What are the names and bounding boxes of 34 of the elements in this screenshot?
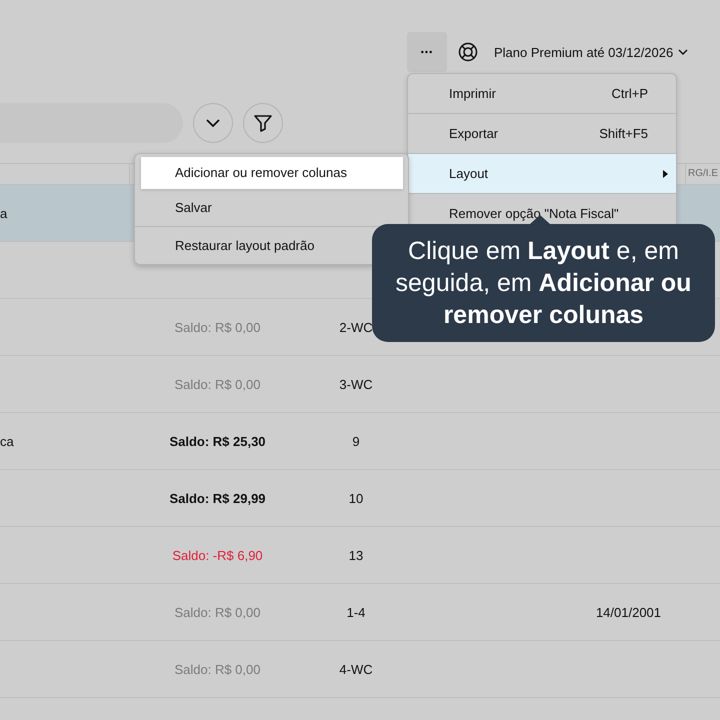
- table-cell: 3-WC: [339, 376, 373, 392]
- table-cell: 4-WC: [339, 662, 373, 676]
- table-cell: 10: [348, 490, 364, 506]
- table-row[interactable]: ca Saldo: R$ 25,30 9: [0, 413, 720, 470]
- more-button[interactable]: •••: [407, 32, 447, 72]
- table-cell: ca: [0, 434, 14, 448]
- balance-cell: Saldo: R$ 25,30: [169, 434, 266, 448]
- filter-button[interactable]: [243, 103, 283, 143]
- table-cell: 1-4: [346, 604, 366, 620]
- menu-item[interactable]: Adicionar ou remover colunas: [141, 157, 403, 189]
- table-cell: 2-WC: [339, 320, 373, 334]
- chevron-down-icon: [206, 119, 220, 127]
- balance-cell: Saldo: R$ 29,99: [169, 490, 266, 506]
- balance-cell: Saldo: R$ 0,00: [174, 662, 260, 676]
- column-header: RG/I.E: [687, 167, 720, 181]
- filter-icon: [253, 113, 273, 133]
- balance-cell: Saldo: R$ 0,00: [174, 320, 260, 334]
- plan-dropdown[interactable]: Plano Premium até 03/12/2026: [494, 44, 688, 60]
- table-row[interactable]: Saldo: R$ 0,00 4-WC: [0, 641, 720, 698]
- table-cell: a: [0, 206, 8, 220]
- table-cell: 9: [352, 434, 360, 448]
- table-row[interactable]: Saldo: R$ 0,00 1-4 14/01/2001: [0, 584, 720, 641]
- balance-cell: Saldo: R$ 0,00: [174, 604, 260, 620]
- menu-item[interactable]: Imprimir Ctrl+P: [408, 74, 676, 114]
- menu-item[interactable]: Layout: [408, 154, 676, 194]
- balance-cell: Saldo: R$ 0,00: [174, 376, 260, 392]
- table-cell: 13: [348, 548, 364, 562]
- table-row[interactable]: Saldo: -R$ 6,90 13: [0, 527, 720, 584]
- table-row[interactable]: Saldo: R$ 29,99 10: [0, 470, 720, 527]
- lifebuoy-icon[interactable]: [458, 42, 478, 62]
- table-cell: 14/01/2001: [596, 604, 662, 620]
- chevron-down-icon: [678, 49, 688, 55]
- table-row[interactable]: Saldo: R$ 0,00 3-WC: [0, 356, 720, 413]
- balance-cell: Saldo: -R$ 6,90: [172, 548, 263, 562]
